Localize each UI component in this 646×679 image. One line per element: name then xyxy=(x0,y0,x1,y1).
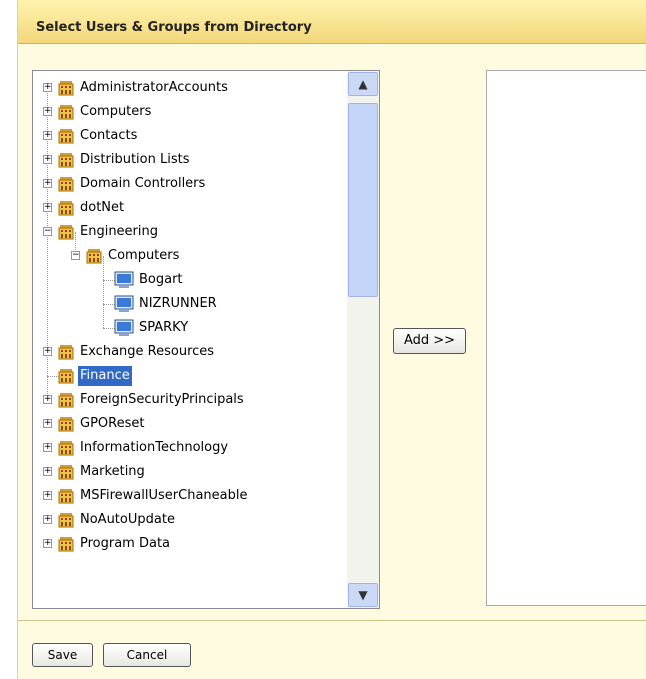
group-icon xyxy=(57,415,75,433)
tree-item[interactable]: NIZRUNNER xyxy=(33,292,347,316)
group-icon xyxy=(57,511,75,529)
tree-item-label: AdministratorAccounts xyxy=(80,80,228,95)
tree-item[interactable]: + dotNet xyxy=(33,196,347,220)
footer-divider xyxy=(18,620,646,621)
tree-item[interactable]: + Computers xyxy=(33,100,347,124)
group-icon xyxy=(57,367,75,385)
tree-item[interactable]: + AdministratorAccounts xyxy=(33,76,347,100)
tree-item[interactable]: + Distribution Lists xyxy=(33,148,347,172)
tree-item[interactable]: − Engineering xyxy=(33,220,347,244)
tree-item[interactable]: − Computers xyxy=(33,244,347,268)
tree-item-label: Domain Controllers xyxy=(80,176,206,191)
expand-icon[interactable]: + xyxy=(43,395,52,404)
tree-item-label: GPOReset xyxy=(80,416,145,431)
dialog-panel: Select Users & Groups from Directory + Ad… xyxy=(17,0,646,679)
group-icon xyxy=(57,151,75,169)
tree-item[interactable]: + Exchange Resources xyxy=(33,340,347,364)
tree-item-label: ForeignSecurityPrincipals xyxy=(80,392,244,407)
tree-item[interactable]: + NoAutoUpdate xyxy=(33,508,347,532)
group-icon xyxy=(57,391,75,409)
tree-item-label: NoAutoUpdate xyxy=(80,512,175,527)
tree-item[interactable]: + Marketing xyxy=(33,460,347,484)
tree-item[interactable]: Bogart xyxy=(33,268,347,292)
group-icon xyxy=(57,439,75,457)
tree-item-label: Bogart xyxy=(139,272,183,287)
group-icon xyxy=(57,103,75,121)
computer-icon xyxy=(113,271,134,289)
tree-item[interactable]: + Contacts xyxy=(33,124,347,148)
expand-icon[interactable]: + xyxy=(43,539,52,548)
dialog-title-bar: Select Users & Groups from Directory xyxy=(18,0,646,44)
tree-item[interactable]: + GPOReset xyxy=(33,412,347,436)
tree-item-label: SPARKY xyxy=(139,320,189,335)
tree-item-label: Computers xyxy=(108,248,180,263)
expand-icon[interactable]: + xyxy=(43,155,52,164)
group-icon xyxy=(57,127,75,145)
expand-icon[interactable]: + xyxy=(43,107,52,116)
tree-item-label: Marketing xyxy=(80,464,145,479)
group-icon xyxy=(57,79,75,97)
tree-item[interactable]: + Program Data xyxy=(33,532,347,556)
expand-icon[interactable]: + xyxy=(43,491,52,500)
expand-icon[interactable]: + xyxy=(43,131,52,140)
scrollbar-thumb[interactable] xyxy=(348,103,378,297)
chevron-down-icon[interactable]: ▼ xyxy=(348,583,378,607)
tree-item[interactable]: + MSFirewallUserChaneable xyxy=(33,484,347,508)
tree-item-label: Finance xyxy=(78,366,132,386)
computer-icon xyxy=(113,295,134,313)
save-button[interactable]: Save xyxy=(32,643,93,667)
directory-tree-box: + AdministratorAccounts + Computers + Contact… xyxy=(32,70,380,609)
computer-icon xyxy=(113,319,134,337)
group-icon xyxy=(57,487,75,505)
expand-icon[interactable]: + xyxy=(43,179,52,188)
expand-icon[interactable]: + xyxy=(43,443,52,452)
collapse-icon[interactable]: − xyxy=(43,227,52,236)
chevron-up-icon[interactable]: ▲ xyxy=(348,72,378,96)
directory-tree[interactable]: + AdministratorAccounts + Computers + Contact… xyxy=(33,71,347,608)
group-icon xyxy=(57,175,75,193)
group-icon xyxy=(57,343,75,361)
tree-item-label: MSFirewallUserChaneable xyxy=(80,488,248,503)
tree-item-label: Computers xyxy=(80,104,152,119)
tree-item[interactable]: SPARKY xyxy=(33,316,347,340)
tree-item-label: Exchange Resources xyxy=(80,344,215,359)
tree-item-label: NIZRUNNER xyxy=(139,296,217,311)
tree-item[interactable]: + ForeignSecurityPrincipals xyxy=(33,388,347,412)
tree-item[interactable]: + Domain Controllers xyxy=(33,172,347,196)
tree-item-label: dotNet xyxy=(80,200,125,215)
group-icon xyxy=(57,463,75,481)
cancel-button[interactable]: Cancel xyxy=(103,643,191,667)
tree-item[interactable]: + InformationTechnology xyxy=(33,436,347,460)
expand-icon[interactable]: + xyxy=(43,203,52,212)
expand-icon[interactable]: + xyxy=(43,83,52,92)
expand-icon[interactable]: + xyxy=(43,347,52,356)
tree-item-label: InformationTechnology xyxy=(80,440,229,455)
selected-items-list[interactable] xyxy=(486,70,646,606)
tree-scrollbar[interactable]: ▲ ▼ xyxy=(347,71,379,608)
dialog-title: Select Users & Groups from Directory xyxy=(36,20,312,35)
group-icon xyxy=(57,199,75,217)
expand-icon[interactable]: + xyxy=(43,515,52,524)
group-icon xyxy=(57,223,75,241)
tree-item-label: Contacts xyxy=(80,128,138,143)
expand-icon[interactable]: + xyxy=(43,467,52,476)
tree-item-label: Engineering xyxy=(80,224,158,239)
tree-item-label: Distribution Lists xyxy=(80,152,190,167)
group-icon xyxy=(57,535,75,553)
expand-icon[interactable]: + xyxy=(43,419,52,428)
tree-item[interactable]: Finance xyxy=(33,364,347,388)
group-icon xyxy=(85,247,103,265)
collapse-icon[interactable]: − xyxy=(71,251,80,260)
tree-item-label: Program Data xyxy=(80,536,171,551)
add-button[interactable]: Add >> xyxy=(393,328,466,354)
